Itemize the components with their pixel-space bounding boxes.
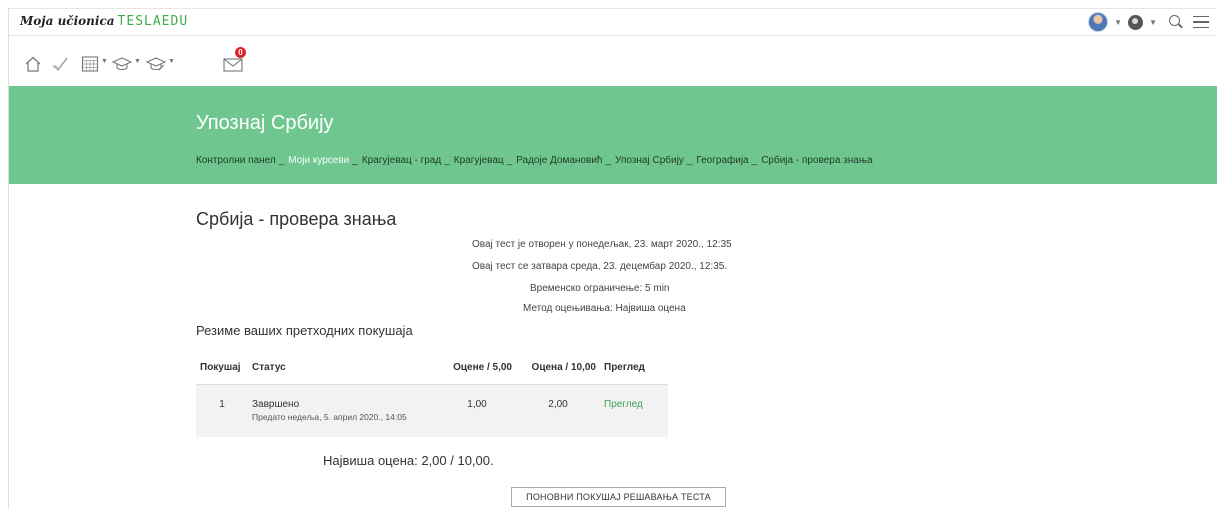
attempt-number: 1 <box>219 398 225 410</box>
search-icon[interactable] <box>1169 15 1183 29</box>
column-header: Оцене / 5,00 <box>438 352 516 385</box>
hamburger-menu-icon[interactable] <box>1193 16 1209 28</box>
grade-cell: 2,00 <box>516 384 600 437</box>
top-navbar: Moja učionica TESLAEDU ▼ ▼ <box>9 9 1217 36</box>
breadcrumb: Контролни панел _ Моји курсеви _ Крагујевац … <box>196 155 876 166</box>
retry-quiz-button[interactable]: ПОНОВНИ ПОКУШАЈ РЕШАВАЊА ТЕСТА <box>511 487 726 507</box>
breadcrumb-item[interactable]: Крагујевац - град <box>362 155 441 166</box>
status-cell: Завршено Предато недеља, 5. април 2020.,… <box>248 384 438 437</box>
site-logo[interactable]: Moja učionica TESLAEDU <box>20 14 188 29</box>
page-frame: Moja učionica TESLAEDU ▼ ▼ ▼ ▼ ▼ 0 Упозн… <box>8 8 1217 509</box>
breadcrumb-item[interactable]: Моји курсеви <box>288 155 349 166</box>
completion-button[interactable] <box>51 54 69 74</box>
checkmark-icon <box>52 57 68 71</box>
review-cell: Преглед <box>600 384 668 437</box>
chevron-down-icon: ▼ <box>168 57 175 65</box>
attempt-grade: 2,00 <box>548 398 568 410</box>
chevron-down-icon[interactable]: ▼ <box>1149 18 1157 27</box>
column-header: Преглед <box>600 352 668 385</box>
language-globe-icon[interactable] <box>1128 14 1144 30</box>
envelope-icon <box>223 58 243 72</box>
calendar-dropdown[interactable]: ▼ <box>81 54 108 74</box>
home-icon <box>25 56 41 72</box>
attempt-status: Завршено <box>252 398 300 410</box>
column-header: Статус <box>248 352 438 385</box>
table-header-row: Покушај Статус Оцене / 5,00 Оцена / 10,0… <box>196 352 668 385</box>
breadcrumb-item[interactable]: Контролни панел <box>196 155 276 166</box>
table-row: 1 Завршено Предато недеља, 5. април 2020… <box>196 384 668 437</box>
page-title: Упознај Србију <box>196 112 334 134</box>
chevron-down-icon: ▼ <box>134 57 141 65</box>
breadcrumb-item[interactable]: Упознај Србију <box>615 155 684 166</box>
column-header: Покушај <box>196 352 248 385</box>
chevron-down-icon[interactable]: ▼ <box>1114 18 1122 27</box>
breadcrumb-separator: _ <box>686 155 693 166</box>
quiz-title: Србија - провера знања <box>196 209 397 229</box>
breadcrumb-item[interactable]: Србија - провера знања <box>761 155 872 166</box>
attempt-marks: 1,00 <box>467 398 487 410</box>
marks-cell: 1,00 <box>438 384 516 437</box>
breadcrumb-separator: _ <box>444 155 450 166</box>
chevron-down-icon: ▼ <box>101 57 108 65</box>
course-header: Упознај Србију Контролни панел _ Моји курс… <box>9 86 1217 184</box>
messages-button[interactable]: 0 <box>223 47 246 74</box>
quiz-grading-method: Метод оцењивања: Највиша оцена <box>523 303 686 314</box>
graduation-cap-icon <box>112 57 132 71</box>
calendar-grid-icon <box>81 56 99 72</box>
breadcrumb-item[interactable]: Географија <box>696 155 748 166</box>
user-tools: ▼ ▼ <box>1088 11 1209 33</box>
breadcrumb-item[interactable]: Радоје Домановић <box>516 155 602 166</box>
quiz-time-limit: Временско ограничење: 5 min <box>530 283 670 294</box>
logo-text-moja: Moja učionica <box>20 14 115 28</box>
attempt-number-cell: 1 <box>196 384 248 437</box>
quick-toolbar: ▼ ▼ ▼ 0 <box>9 36 1217 86</box>
user-avatar[interactable] <box>1088 12 1109 32</box>
breadcrumb-separator: _ <box>352 155 358 166</box>
quiz-open-date: Овај тест је отворен у понедељак, 23. ма… <box>472 239 732 250</box>
courses-dropdown[interactable]: ▼ <box>112 54 141 74</box>
quiz-close-date: Овај тест се затвара среда, 23. децембар… <box>472 261 728 272</box>
breadcrumb-separator: _ <box>278 155 285 166</box>
breadcrumb-separator: _ <box>506 155 513 166</box>
breadcrumb-separator: _ <box>605 155 612 166</box>
logo-text-tesla: TESLAEDU <box>117 14 189 29</box>
messages-count-badge: 0 <box>235 47 246 58</box>
attempts-summary-title: Резиме ваших претходних покушаја <box>196 323 413 338</box>
breadcrumb-separator: _ <box>751 155 758 166</box>
graduation-cap-pencil-icon <box>146 57 166 71</box>
attempts-table: Покушај Статус Оцене / 5,00 Оцена / 10,0… <box>196 352 668 437</box>
highest-grade-text: Највиша оцена: 2,00 / 10,00. <box>323 453 494 468</box>
column-header: Оцена / 10,00 <box>516 352 600 385</box>
attempt-submitted-date: Предато недеља, 5. април 2020., 14:05 <box>252 411 407 422</box>
teaching-dropdown[interactable]: ▼ <box>146 54 175 74</box>
breadcrumb-item[interactable]: Крагујевац <box>454 155 504 166</box>
review-link[interactable]: Преглед <box>604 399 643 410</box>
home-button[interactable] <box>24 54 42 74</box>
